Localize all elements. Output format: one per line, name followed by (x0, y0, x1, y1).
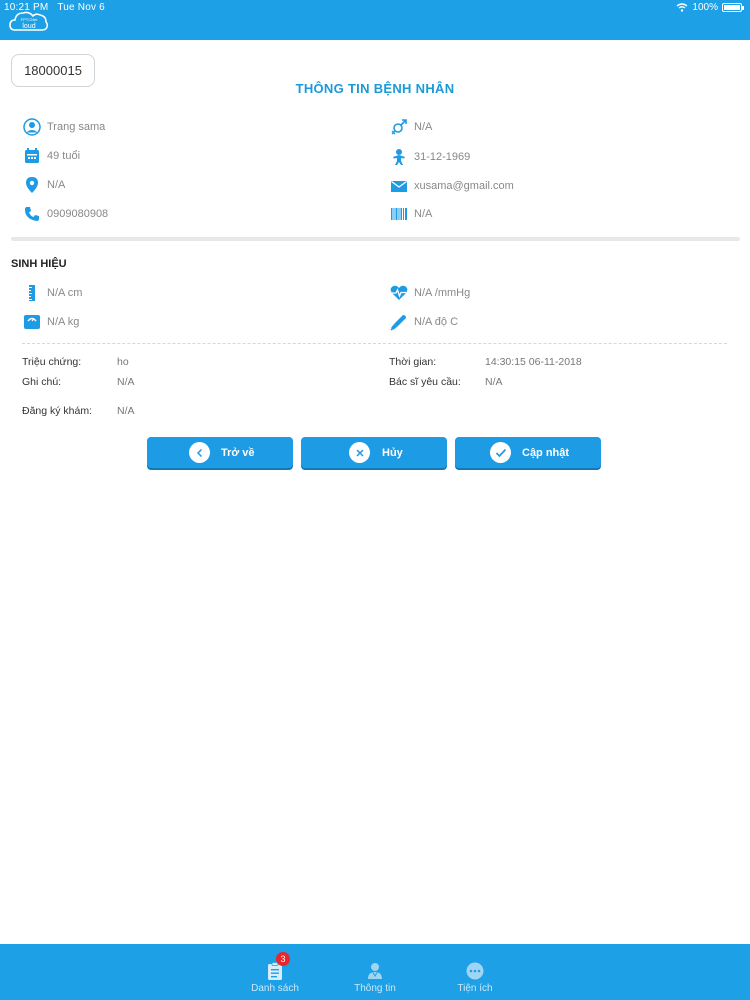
symptoms-label: Triệu chứng: (22, 356, 82, 368)
doctor-value: N/A (485, 376, 503, 388)
back-button-label: Trở về (221, 446, 255, 459)
wifi-icon (676, 3, 688, 12)
register-value: N/A (117, 405, 135, 417)
register-label: Đăng ký khám: (22, 405, 93, 417)
patient-dob-row: 31-12-1969 (390, 147, 470, 167)
email-icon (390, 177, 408, 195)
location-pin-icon (23, 176, 41, 194)
vitals-blood-pressure: N/A /mmHg (414, 287, 471, 299)
vitals-weight-row: N/A kg (23, 312, 79, 332)
vitals-height-row: N/A cm (23, 283, 82, 303)
dashed-divider (22, 343, 727, 344)
time-label: Thời gian: (389, 356, 437, 368)
section-separator (11, 237, 740, 241)
heart-pulse-icon (390, 284, 408, 302)
patient-phone-row: 0909080908 (23, 204, 108, 224)
chat-dots-icon (466, 962, 484, 980)
patient-address-row: N/A (23, 175, 65, 195)
chevron-left-icon (189, 442, 210, 463)
vitals-weight: N/A kg (47, 316, 80, 328)
patient-gender-row: N/A (390, 117, 432, 137)
update-button-label: Cập nhật (522, 446, 570, 459)
patient-address: N/A (47, 179, 66, 191)
patient-age-row: 49 tuổi (23, 146, 80, 166)
notes-label: Ghi chú: (22, 376, 62, 388)
patient-barcode: N/A (414, 208, 433, 220)
battery-icon (722, 3, 744, 12)
patient-email: xusama@gmail.com (414, 180, 514, 192)
close-icon (349, 442, 370, 463)
ruler-icon (23, 284, 41, 302)
notes-value: N/A (117, 376, 135, 388)
tab-tien-ich[interactable]: Tiện ích (440, 944, 510, 1000)
top-bar: 10:21 PM Tue Nov 6 100% FPTCNet loud (0, 0, 750, 40)
tab-thong-tin[interactable]: Thông tin (340, 944, 410, 1000)
patient-name-row: Trang sama (23, 117, 105, 137)
svg-text:loud: loud (22, 23, 35, 30)
patient-barcode-row: N/A (390, 204, 432, 224)
tab-tien-ich-label: Tiện ích (457, 983, 493, 994)
patient-name: Trang sama (47, 121, 106, 133)
patient-gender: N/A (414, 121, 433, 133)
status-date: Tue Nov 6 (57, 2, 105, 13)
vitals-temperature: N/A độ C (414, 316, 459, 328)
patient-email-row: xusama@gmail.com (390, 176, 514, 196)
phone-icon (23, 205, 41, 223)
patient-phone: 0909080908 (47, 208, 109, 220)
vitals-temperature-row: N/A độ C (390, 312, 458, 332)
notification-badge: 3 (276, 952, 290, 966)
update-button[interactable]: Cập nhật (455, 437, 601, 468)
tab-danh-sach-label: Danh sách (251, 983, 299, 994)
cancel-button[interactable]: Hủy (301, 437, 447, 468)
thermometer-icon (390, 313, 408, 331)
user-icon (23, 118, 41, 136)
vitals-bp-row: N/A /mmHg (390, 283, 470, 303)
back-button[interactable]: Trở về (147, 437, 293, 468)
vitals-height: N/A cm (47, 287, 83, 299)
cancel-button-label: Hủy (382, 446, 403, 459)
symptoms-value: ho (117, 356, 129, 368)
checkmark-icon (490, 442, 511, 463)
doctor-icon (366, 962, 384, 980)
cloud-logo-icon: FPTCNet loud (9, 11, 49, 31)
scale-icon (23, 313, 41, 331)
time-value: 14:30:15 06-11-2018 (485, 356, 582, 368)
page-title: THÔNG TIN BỆNH NHÂN (295, 81, 455, 96)
gender-icon (390, 118, 408, 136)
tab-danh-sach[interactable]: Danh sách (240, 944, 310, 1000)
tab-thong-tin-label: Thông tin (354, 983, 396, 994)
baby-icon (390, 148, 408, 166)
calendar-icon (23, 147, 41, 165)
battery-percent: 100% (692, 2, 718, 13)
doctor-label: Bác sĩ yêu cầu: (389, 376, 461, 388)
bottom-tab-bar: Danh sách Thông tin Tiện ích (0, 944, 750, 1000)
barcode-icon (390, 205, 408, 223)
svg-text:FPTCNet: FPTCNet (21, 17, 39, 22)
status-indicators: 100% (676, 2, 744, 13)
vitals-title: SINH HIỆU (11, 258, 67, 270)
patient-age: 49 tuổi (47, 150, 81, 162)
patient-dob: 31-12-1969 (414, 151, 471, 163)
